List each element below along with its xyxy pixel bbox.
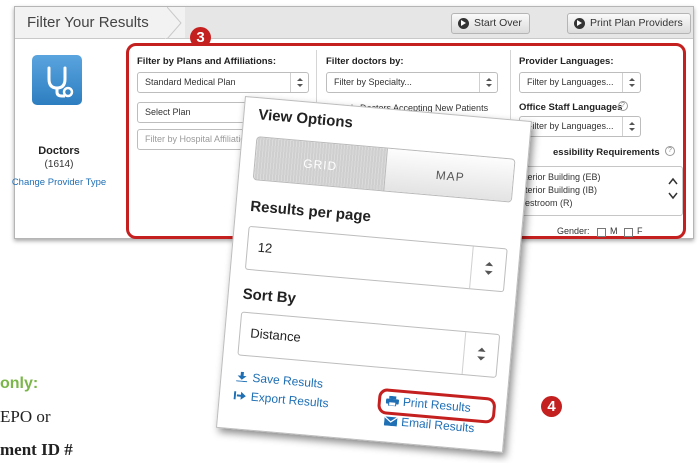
provider-languages-value: Filter by Languages...	[527, 77, 614, 87]
breadcrumb-chevron-outline	[167, 7, 182, 39]
map-view-button[interactable]: MAP	[383, 148, 516, 203]
office-staff-languages-title: Office Staff Languages	[519, 102, 623, 113]
provider-languages-title: Provider Languages:	[519, 56, 614, 67]
select-arrows-icon	[622, 73, 640, 92]
print-plan-providers-button[interactable]: Print Plan Providers	[567, 13, 691, 34]
accessibility-title: essibility Requirements	[553, 147, 660, 158]
specialty-select-value: Filter by Specialty...	[334, 77, 412, 87]
plan-select[interactable]: Standard Medical Plan	[137, 72, 309, 93]
grid-view-button[interactable]: GRID	[253, 137, 387, 193]
change-provider-type-link[interactable]: Change Provider Type	[4, 177, 114, 188]
view-toggle[interactable]: GRID MAP	[252, 136, 516, 203]
gender-male-label: M	[610, 226, 618, 236]
page-title: Filter Your Results	[15, 7, 185, 38]
save-results-label: Save Results	[251, 370, 324, 391]
office-staff-languages-select[interactable]: Filter by Languages...	[519, 116, 641, 137]
chevron-up-icon[interactable]	[668, 177, 678, 185]
gender-label: Gender:	[557, 226, 590, 236]
chevron-down-icon[interactable]	[668, 192, 678, 200]
doctors-filter-title: Filter doctors by:	[326, 56, 404, 67]
select-arrows-icon	[622, 117, 640, 136]
plan-select-value: Standard Medical Plan	[145, 77, 236, 87]
results-per-page-label: Results per page	[249, 197, 372, 226]
note-text-bold: ment ID #	[0, 440, 73, 459]
accessibility-option[interactable]: terior Building (EB)	[525, 172, 601, 182]
sort-by-select[interactable]: Distance	[237, 311, 501, 378]
doctor-tile[interactable]	[32, 55, 82, 105]
accessibility-option[interactable]: estroom (R)	[525, 198, 573, 208]
save-results-link[interactable]: Save Results	[235, 369, 324, 391]
gender-female-label: F	[637, 226, 643, 236]
specialty-select[interactable]: Filter by Specialty...	[326, 72, 498, 93]
stethoscope-icon	[47, 66, 74, 98]
accessibility-option[interactable]: terior Building (IB)	[525, 185, 597, 195]
play-circle-icon	[574, 18, 585, 29]
provider-type-name: Doctors	[38, 145, 80, 157]
select-arrows-icon	[461, 332, 500, 377]
plans-filter-title: Filter by Plans and Affiliations:	[137, 56, 276, 67]
gender-male-checkbox[interactable]	[597, 228, 606, 237]
envelope-icon	[383, 415, 398, 427]
filter-header: Filter Your Results Start Over Print Pla…	[15, 7, 693, 39]
select-arrows-icon	[479, 73, 497, 92]
note-text: EPO or	[0, 407, 51, 426]
office-staff-languages-value: Filter by Languages...	[527, 121, 614, 131]
gender-female-checkbox[interactable]	[624, 228, 633, 237]
select-arrows-icon	[290, 73, 308, 92]
step-4-badge: 4	[541, 396, 562, 417]
sort-by-value: Distance	[249, 325, 302, 345]
print-plan-providers-label: Print Plan Providers	[590, 17, 683, 29]
export-icon	[233, 391, 246, 400]
help-icon[interactable]: ?	[665, 146, 675, 156]
start-over-button[interactable]: Start Over	[451, 13, 530, 34]
sort-by-label: Sort By	[241, 285, 297, 308]
view-options-title: View Options	[257, 106, 354, 132]
select-arrows-icon	[469, 246, 507, 292]
accessibility-list[interactable]: terior Building (EB) terior Building (IB…	[519, 166, 683, 216]
download-icon	[236, 371, 248, 383]
start-over-label: Start Over	[474, 17, 522, 29]
export-results-link[interactable]: Export Results	[233, 388, 329, 410]
export-results-label: Export Results	[250, 389, 330, 411]
select-plan-value: Select Plan	[145, 107, 191, 117]
results-per-page-value: 12	[257, 239, 273, 256]
provider-languages-select[interactable]: Filter by Languages...	[519, 72, 641, 93]
hospital-affiliation-placeholder: Filter by Hospital Affiliation	[145, 134, 251, 144]
note-heading: only:	[0, 375, 39, 392]
help-icon[interactable]: ?	[618, 101, 628, 111]
play-circle-icon	[458, 18, 469, 29]
results-per-page-select[interactable]: 12	[244, 225, 508, 293]
view-options-panel: View Options GRID MAP Results per page 1…	[215, 96, 532, 453]
provider-type-count: (1614)	[44, 159, 74, 170]
